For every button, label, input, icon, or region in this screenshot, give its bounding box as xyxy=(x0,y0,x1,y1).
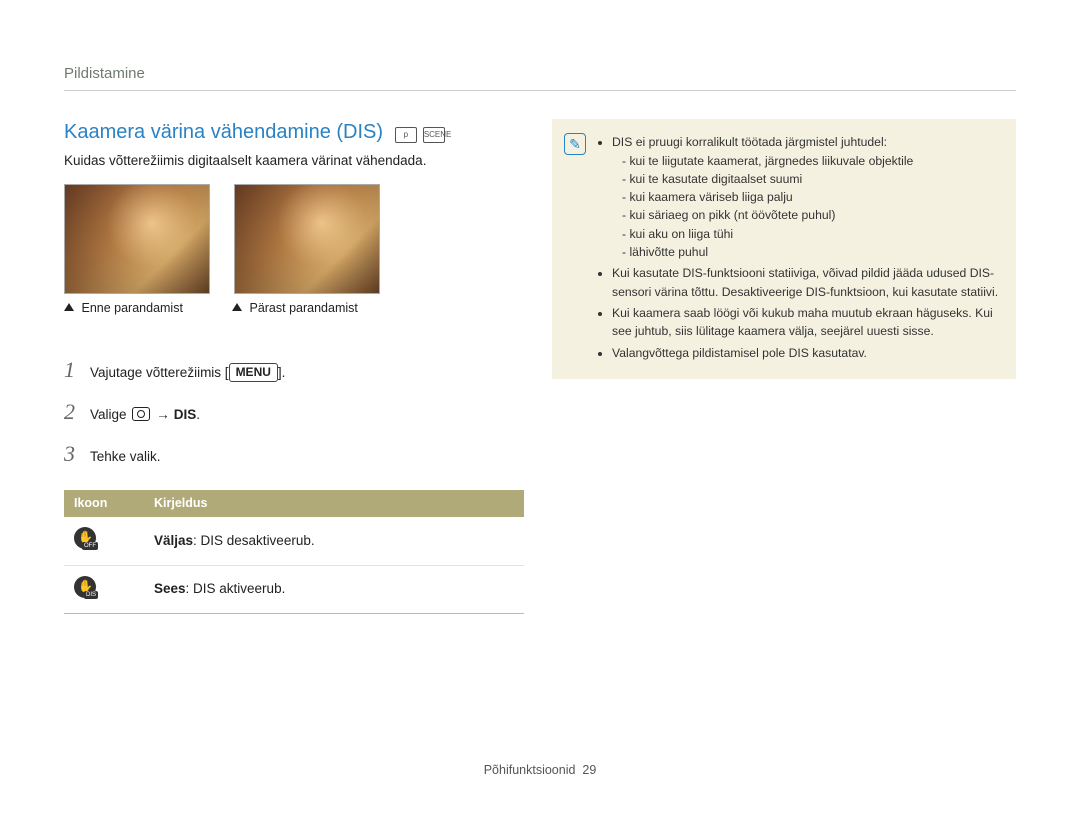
icon-sublabel: DIS xyxy=(84,591,98,599)
icon-cell: DIS xyxy=(64,565,144,613)
note-icon: ✎ xyxy=(564,133,586,155)
note-box: ✎ DIS ei pruugi korralikult töötada järg… xyxy=(552,119,1016,379)
step-2: 2 Valige → DIS. xyxy=(64,391,524,433)
menu-button-label: MENU xyxy=(229,363,278,381)
option-label: Väljas xyxy=(154,533,193,548)
arrow-right-icon: → xyxy=(156,407,170,422)
step-2-target: DIS xyxy=(174,407,197,422)
footer-section: Põhifunktsioonid xyxy=(484,763,576,777)
note-sub-item: kui aku on liiga tühi xyxy=(622,225,1000,243)
note-item: Kui kasutate DIS-funktsiooni statiiviga,… xyxy=(612,264,1000,301)
intro-text: Kuidas võtterežiimis digitaalselt kaamer… xyxy=(64,152,524,170)
step-1-suffix: ]. xyxy=(278,365,286,380)
step-2-prefix: Valige xyxy=(90,407,130,422)
table-header-icon: Ikoon xyxy=(64,490,144,517)
steps-list: 1 Vajutage võtterežiimis [MENU]. 2 Valig… xyxy=(64,349,524,474)
note-item: DIS ei pruugi korralikult töötada järgmi… xyxy=(612,133,1000,261)
photo-after xyxy=(234,184,380,294)
mode-icon-p: p xyxy=(395,127,417,143)
table-row: OFF Väljas: DIS desaktiveerub. xyxy=(64,517,524,565)
option-label: Sees xyxy=(154,581,186,596)
step-number: 3 xyxy=(64,439,90,469)
step-text: Vajutage võtterežiimis [MENU]. xyxy=(90,363,524,382)
mode-icon-scene: SCENE xyxy=(423,127,445,143)
triangle-up-icon xyxy=(232,303,242,311)
table-row: DIS Sees: DIS aktiveerub. xyxy=(64,565,524,613)
camera-icon xyxy=(132,407,150,421)
triangle-up-icon xyxy=(64,303,74,311)
note-list: DIS ei pruugi korralikult töötada järgmi… xyxy=(596,133,1000,362)
caption-before-text: Enne parandamist xyxy=(81,301,182,315)
caption-after: Pärast parandamist xyxy=(232,300,376,317)
photo-before xyxy=(64,184,210,294)
note-sub-item: kui säriaeg on pikk (nt öövõtete puhul) xyxy=(622,206,1000,224)
note-item: Valangvõttega pildistamisel pole DIS kas… xyxy=(612,344,1000,362)
option-desc: : DIS aktiveerub. xyxy=(186,581,286,596)
note-sub-item: kui te kasutate digitaalset suumi xyxy=(622,170,1000,188)
note-item: Kui kaamera saab löögi või kukub maha mu… xyxy=(612,304,1000,341)
step-number: 2 xyxy=(64,397,90,427)
step-text: Tehke valik. xyxy=(90,448,524,466)
page-footer: Põhifunktsioonid 29 xyxy=(0,762,1080,779)
footer-page-number: 29 xyxy=(582,763,596,777)
step-3: 3 Tehke valik. xyxy=(64,433,524,475)
option-desc: : DIS desaktiveerub. xyxy=(193,533,315,548)
note-item-text: DIS ei pruugi korralikult töötada järgmi… xyxy=(612,135,887,149)
caption-before: Enne parandamist xyxy=(64,300,208,317)
note-sub-item: kui te liigutate kaamerat, järgnedes lii… xyxy=(622,152,1000,170)
note-sub-item: kui kaamera väriseb liiga palju xyxy=(622,188,1000,206)
step-1-prefix: Vajutage võtterežiimis [ xyxy=(90,365,229,380)
breadcrumb: Pildistamine xyxy=(64,64,1016,91)
caption-after-text: Pärast parandamist xyxy=(249,301,357,315)
desc-cell: Väljas: DIS desaktiveerub. xyxy=(144,517,524,565)
section-title: Kaamera värina vähendamine (DIS) xyxy=(64,121,383,143)
desc-cell: Sees: DIS aktiveerub. xyxy=(144,565,524,613)
dis-on-icon: DIS xyxy=(74,576,96,598)
dis-off-icon: OFF xyxy=(74,527,96,549)
step-2-suffix: . xyxy=(196,407,200,422)
table-header-desc: Kirjeldus xyxy=(144,490,524,517)
step-text: Valige → DIS. xyxy=(90,406,524,424)
icon-cell: OFF xyxy=(64,517,144,565)
note-sub-item: lähivõtte puhul xyxy=(622,243,1000,261)
options-table: Ikoon Kirjeldus OFF Väljas: DIS desaktiv… xyxy=(64,490,524,613)
icon-sublabel: OFF xyxy=(82,542,98,550)
mode-icons: p SCENE xyxy=(395,127,445,143)
step-1: 1 Vajutage võtterežiimis [MENU]. xyxy=(64,349,524,391)
step-number: 1 xyxy=(64,355,90,385)
